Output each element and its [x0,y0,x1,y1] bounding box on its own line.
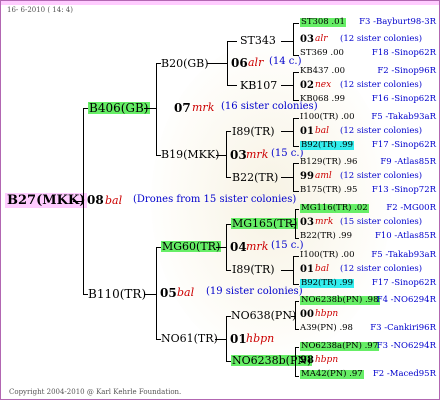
leaf-origin: F3 -Bayburt98-3R [359,17,436,27]
leaf-origin: F10 -Atlas85R [374,231,436,241]
leaf-queen[interactable]: A39(PN) .98 [300,324,353,333]
leaf-colonies-num: 01 [300,264,314,275]
gen2-a-note: (14 c.) [269,56,302,67]
gen2-a-code: alr [248,56,264,69]
gen2-a-name[interactable]: B20(GB) [161,58,209,69]
leaf-colonies-note: (12 sister colonies) [340,126,423,136]
leaf-queen[interactable]: MA42(PN) .97 [300,370,364,379]
copyright-notice: Copyright 2004-2010 @ Karl Kehrle Founda… [9,388,182,396]
leaf-colonies-code: mrk [315,217,334,227]
gen2-c-note: (15 c.) [271,148,304,159]
leaf-origin: F3 -NO6294R [376,341,436,351]
gen1-sire[interactable]: B406(GB) [88,102,150,114]
leaf-queen[interactable]: ST308 .01 [300,18,346,27]
leaf-origin: F2 -Sinop96R [377,66,436,76]
leaf-queen[interactable]: KB437 .00 [300,67,345,76]
gen3-c-sire[interactable]: I89(TR) [232,126,275,137]
leaf-origin: F9 -Atlas85R [380,157,436,167]
leaf-queen[interactable]: I100(TR) .00 [300,251,355,260]
leaf-origin: F16 -Sinop62R [371,94,436,104]
pedigree-chart: 16- 6-2010 ( 14: 4) B27(MKK) 08 bal (Dro… [0,0,440,400]
leaf-origin: F5 -Takab93aR [371,112,436,122]
gen1-colonies-num: 08 [87,193,104,207]
gen3-d-sire[interactable]: MG165(TR) [231,218,299,229]
gen3-c-dam[interactable]: B22(TR) [232,172,278,183]
gen1-dam[interactable]: B110(TR) [88,288,146,300]
gen3-f-sire[interactable]: NO638(PN) [231,310,296,321]
leaf-origin: F2 -MG00R [386,203,436,213]
gen2-f-code: hbpn [246,332,275,345]
gen1-colonies-note: (Drones from 15 sister colonies) [133,194,297,205]
leaf-colonies-code: alr [315,34,328,44]
leaf-colonies-note: (12 sister colonies) [340,34,423,44]
date-stamp: 16- 6-2010 ( 14: 4) [7,6,73,14]
leaf-colonies-code: bal [315,126,330,136]
gen2-c-code: mrk [246,148,269,161]
leaf-colonies-code: hbpn [315,309,339,319]
leaf-colonies-num: 02 [300,80,314,91]
gen2-c-name[interactable]: B19(MKK) [161,149,219,160]
leaf-origin: F3 -Cankiri96R [370,323,436,333]
gen2-b-num: 07 [174,101,191,115]
leaf-colonies-note: (15 sister colonies) [340,217,423,227]
leaf-origin: F5 -Takab93aR [371,250,436,260]
top-band [1,1,439,5]
leaf-colonies-code: aml [315,171,332,181]
leaf-queen[interactable]: B22(TR) .99 [300,232,352,241]
gen2-f-name[interactable]: NO61(TR) [161,333,218,344]
leaf-colonies-num: 03 [300,217,314,228]
gen2-d-code: mrk [246,240,269,253]
leaf-origin: F17 -Sinop62R [371,278,436,288]
leaf-colonies-num: 99 [300,171,314,182]
gen2-c-num: 03 [230,148,247,162]
leaf-colonies-num: 00 [300,309,314,320]
gen2-b-code: mrk [192,101,215,114]
leaf-queen[interactable]: I100(TR) .00 [300,113,355,122]
leaf-origin: F18 -Sinop62R [371,48,436,58]
gen2-a-num: 06 [231,56,248,70]
leaf-colonies-num: 03 [300,34,314,45]
leaf-colonies-note: (12 sister colonies) [340,264,423,274]
leaf-origin: F17 -Sinop62R [371,140,436,150]
leaf-queen[interactable]: B92(TR) .99 [300,141,354,150]
leaf-colonies-code: hbpn [315,355,339,365]
leaf-colonies-num: 01 [300,126,314,137]
gen3-d-dam[interactable]: I89(TR) [232,264,275,275]
leaf-queen[interactable]: B92(TR) .99 [300,279,354,288]
gen1-colonies-code: bal [105,194,123,207]
gen2-d-note: (15 c.) [271,240,304,251]
leaf-colonies-note: (12 sister colonies) [340,171,423,181]
leaf-colonies-note: (12 sister colonies) [340,80,423,90]
gen3-a-dam[interactable]: KB107 [240,80,277,91]
leaf-colonies-num: 98 [300,355,314,366]
leaf-queen[interactable]: B129(TR) .96 [300,158,357,167]
leaf-queen[interactable]: NO6238b(PN) .98 [300,296,380,305]
leaf-colonies-code: bal [315,264,330,274]
leaf-origin: F13 -Sinop72R [371,185,436,195]
gen2-d-name[interactable]: MG60(TR) [161,241,222,252]
leaf-queen[interactable]: KB068 .99 [300,95,345,104]
leaf-origin: F4 -NO6294R [376,295,436,305]
gen2-d-num: 04 [230,240,247,254]
leaf-queen[interactable]: B175(TR) .95 [300,186,357,195]
gen3-a-sire[interactable]: ST343 [240,35,276,46]
leaf-queen[interactable]: ST369 .00 [300,49,344,58]
leaf-origin: F2 -Maced95R [372,369,436,379]
leaf-colonies-code: nex [315,80,332,90]
gen2-e-note: (19 sister colonies) [206,286,303,297]
gen2-f-num: 01 [230,332,247,346]
gen2-e-num: 05 [160,286,177,300]
gen2-e-code: bal [177,286,195,299]
leaf-queen[interactable]: MG116(TR) .02 [300,204,369,213]
leaf-queen[interactable]: NO6238a(PN) .97 [300,342,380,351]
